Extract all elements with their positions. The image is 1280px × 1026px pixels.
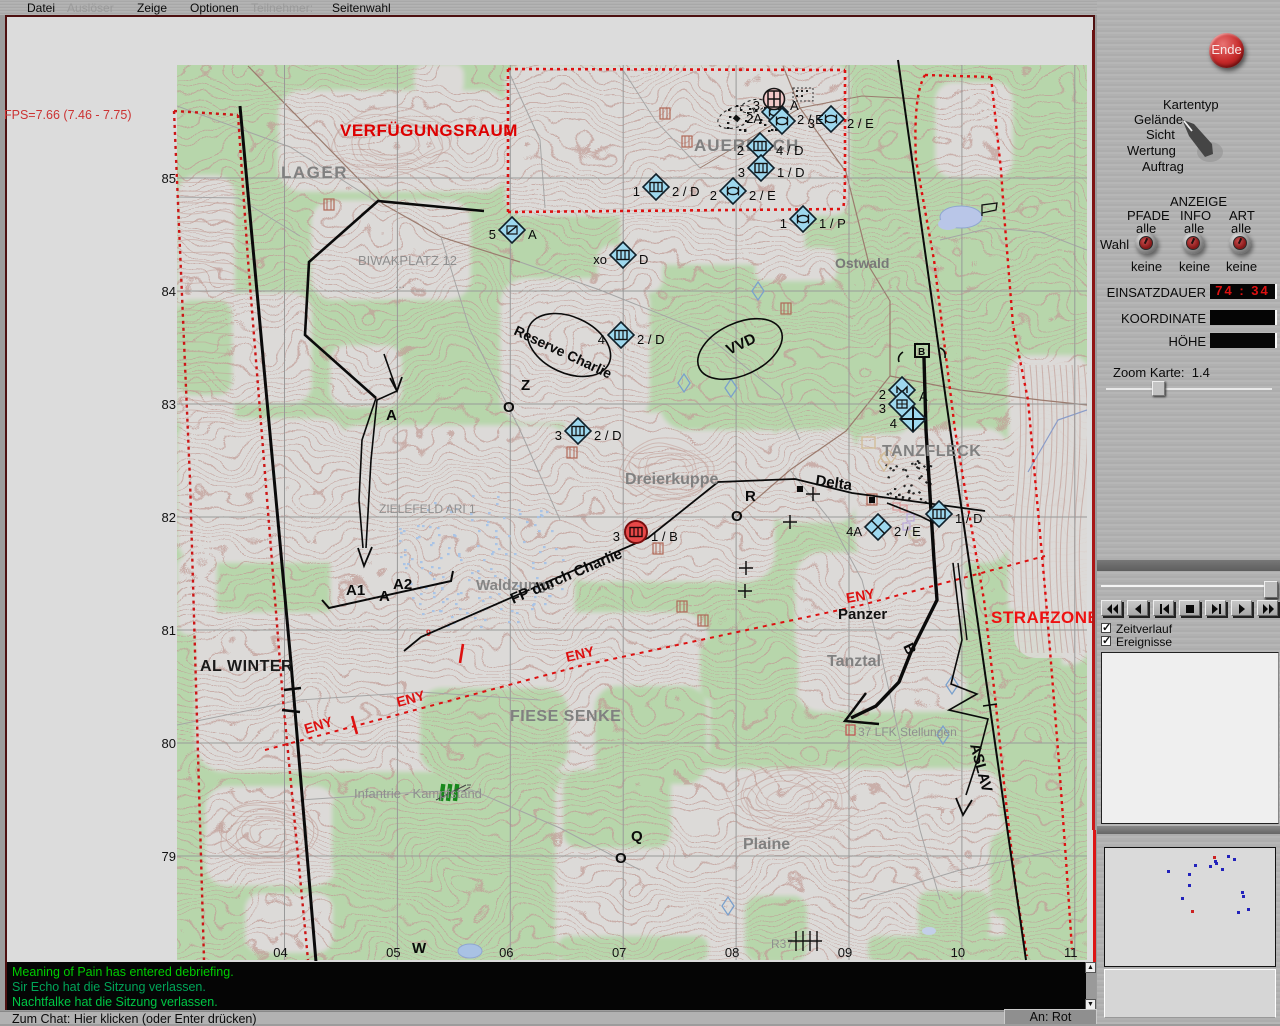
- svg-text:85: 85: [162, 171, 176, 186]
- svg-text:08: 08: [725, 945, 739, 960]
- svg-text:3: 3: [879, 401, 886, 416]
- svg-text:Plaine: Plaine: [743, 836, 790, 853]
- svg-text:Q: Q: [631, 828, 643, 845]
- svg-text:D: D: [639, 252, 648, 267]
- svg-text:3: 3: [738, 165, 745, 180]
- svg-text:09: 09: [838, 945, 852, 960]
- svg-text:4: 4: [890, 416, 897, 431]
- svg-text:80: 80: [162, 736, 176, 751]
- svg-text:07: 07: [612, 945, 626, 960]
- svg-text:04: 04: [273, 945, 287, 960]
- svg-text:2 / E: 2 / E: [797, 112, 824, 127]
- svg-text:R: R: [745, 488, 756, 505]
- svg-text:Tanztal: Tanztal: [827, 653, 881, 670]
- svg-text:VERFÜGUNGSRAUM: VERFÜGUNGSRAUM: [340, 121, 518, 140]
- svg-text:10: 10: [951, 945, 965, 960]
- svg-text:84: 84: [162, 284, 176, 299]
- svg-text:Z: Z: [521, 377, 530, 394]
- svg-text:06: 06: [499, 945, 513, 960]
- svg-text:Infantrie - Kampfstand: Infantrie - Kampfstand: [354, 786, 482, 801]
- svg-text:R37: R37: [771, 937, 793, 951]
- svg-text:A: A: [379, 588, 390, 605]
- svg-text:A: A: [386, 407, 397, 424]
- svg-text:2: 2: [879, 387, 886, 402]
- svg-text:...: ...: [395, 277, 405, 291]
- svg-text:TANZFLECK: TANZFLECK: [882, 443, 981, 460]
- svg-text:2 / E: 2 / E: [749, 188, 776, 203]
- svg-text:ZIELEFELD ARI 1: ZIELEFELD ARI 1: [379, 502, 476, 516]
- svg-text:O: O: [503, 399, 515, 416]
- svg-text:Dreierkuppe: Dreierkuppe: [625, 471, 718, 488]
- svg-text:A: A: [528, 227, 537, 242]
- svg-text:3: 3: [613, 529, 620, 544]
- svg-text:xo: xo: [593, 252, 607, 267]
- svg-text:2A: 2A: [746, 111, 762, 126]
- svg-text:1 / D: 1 / D: [955, 511, 982, 526]
- svg-text:4: 4: [598, 332, 605, 347]
- svg-text:05: 05: [386, 945, 400, 960]
- svg-text:1: 1: [633, 184, 640, 199]
- svg-text:2: 2: [737, 143, 744, 158]
- svg-text:O: O: [615, 850, 627, 867]
- svg-text:Panzer: Panzer: [838, 606, 887, 623]
- svg-text:1 / D: 1 / D: [777, 165, 804, 180]
- svg-text:82: 82: [162, 510, 176, 525]
- svg-text:79: 79: [162, 849, 176, 864]
- svg-text:2 / D: 2 / D: [594, 428, 621, 443]
- svg-text:2 / E: 2 / E: [847, 116, 874, 131]
- svg-text:83: 83: [162, 397, 176, 412]
- svg-text:3: 3: [555, 428, 562, 443]
- svg-text:BIWAKPLATZ 12: BIWAKPLATZ 12: [358, 253, 457, 268]
- svg-text:STRAFZONE: STRAFZONE: [991, 608, 1092, 627]
- svg-text:4 / D: 4 / D: [776, 143, 803, 158]
- svg-text:5: 5: [489, 227, 496, 242]
- svg-text:B: B: [918, 347, 925, 358]
- svg-text:A2: A2: [393, 576, 412, 593]
- svg-text:2 / E: 2 / E: [894, 524, 921, 539]
- svg-text:2 / D: 2 / D: [637, 332, 664, 347]
- svg-text:11: 11: [1064, 945, 1078, 960]
- svg-text:A1: A1: [346, 582, 365, 599]
- svg-text:Ostwald: Ostwald: [835, 255, 889, 271]
- svg-text:AL WINTER: AL WINTER: [200, 658, 293, 675]
- svg-text:2 / D: 2 / D: [672, 184, 699, 199]
- svg-text:1 / B: 1 / B: [651, 529, 678, 544]
- svg-text:W: W: [412, 940, 427, 957]
- svg-text:1 / P: 1 / P: [819, 216, 846, 231]
- svg-text:LAGER: LAGER: [281, 163, 348, 182]
- svg-text:1: 1: [780, 216, 787, 231]
- svg-text:FIESE SENKE: FIESE SENKE: [510, 708, 621, 725]
- svg-text:81: 81: [162, 623, 176, 638]
- svg-text:37 LFK Stellungen: 37 LFK Stellungen: [858, 725, 957, 739]
- svg-text:O: O: [731, 508, 743, 525]
- svg-text:A: A: [790, 98, 799, 113]
- svg-text:4A: 4A: [846, 524, 862, 539]
- svg-text:A: A: [919, 389, 928, 404]
- svg-text:2: 2: [710, 188, 717, 203]
